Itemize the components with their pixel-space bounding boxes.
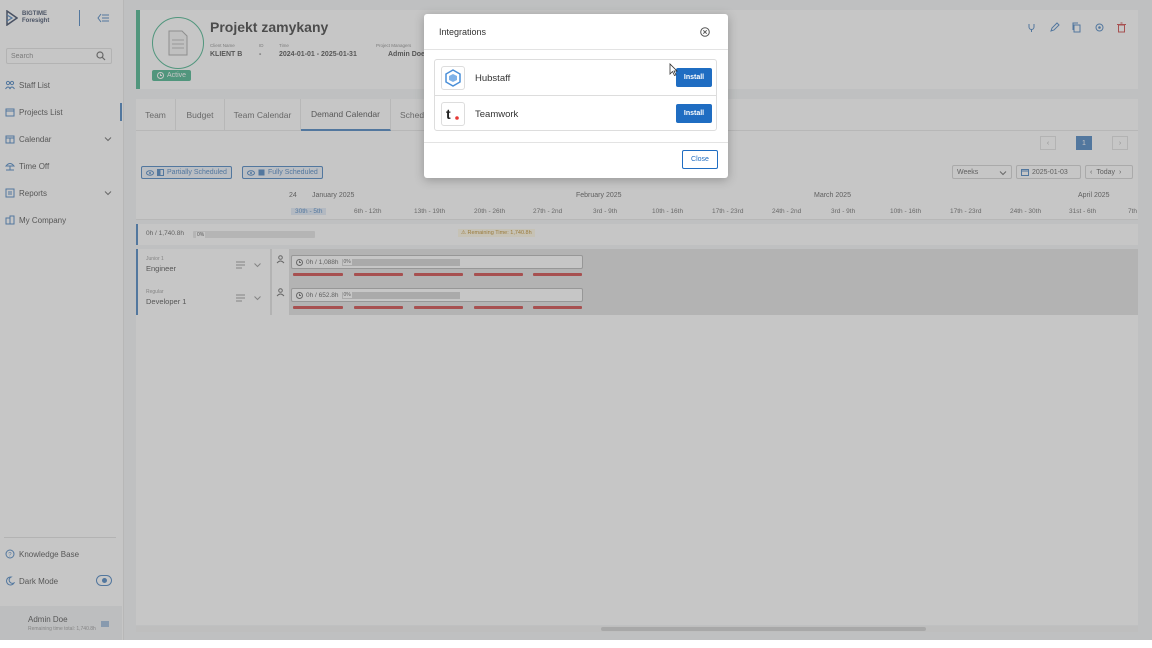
install-hubstaff-button[interactable]: Install <box>676 68 712 87</box>
teamwork-logo: t <box>441 102 465 126</box>
hubstaff-icon <box>445 69 461 87</box>
close-icon[interactable] <box>700 27 710 37</box>
dialog-divider <box>424 49 728 50</box>
install-teamwork-button[interactable]: Install <box>676 104 712 123</box>
hubstaff-logo <box>441 66 465 90</box>
close-button[interactable]: Close <box>682 150 718 169</box>
mouse-cursor-icon <box>669 63 678 76</box>
dialog-title: Integrations <box>439 27 487 37</box>
integration-name: Hubstaff <box>475 73 511 84</box>
svg-text:t: t <box>446 106 451 122</box>
teamwork-icon: t <box>446 106 459 122</box>
bottom-strip <box>0 640 1152 648</box>
integration-name: Teamwork <box>475 109 519 120</box>
list-item: t Teamwork Install <box>435 96 716 132</box>
integrations-dialog: Integrations Hubstaff Install t Teamwork… <box>424 14 728 178</box>
dialog-divider <box>424 142 728 143</box>
